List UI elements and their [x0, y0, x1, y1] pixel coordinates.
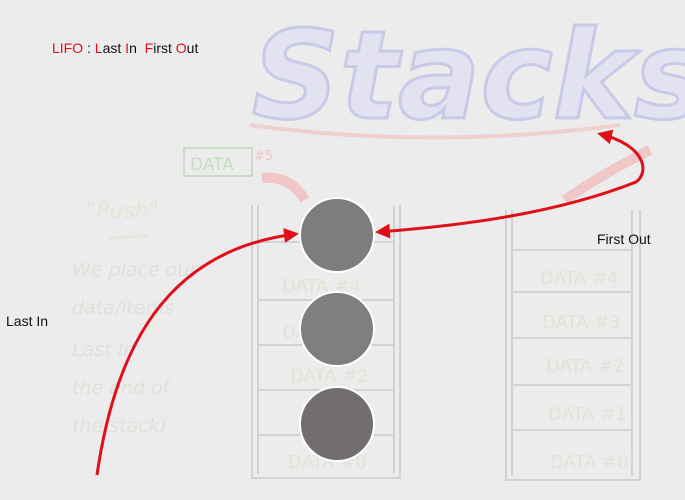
word-ut: ut	[186, 40, 199, 56]
word-n: n	[129, 40, 145, 56]
stack-item-top	[299, 197, 375, 273]
stack-item-middle	[299, 291, 375, 367]
initial-l: L	[94, 40, 103, 56]
pop-arrow	[375, 129, 645, 239]
initial-f: F	[144, 40, 154, 56]
word-ast: ast	[102, 40, 126, 56]
diagram-overlay	[95, 129, 645, 476]
push-arrow	[95, 228, 299, 476]
word-irst: irst	[153, 40, 176, 56]
first-out-label: First Out	[597, 231, 651, 247]
last-in-label: Last In	[6, 313, 49, 329]
lifo-acronym: LIFO	[52, 40, 84, 56]
lifo-title: LIFO : Last In First Out	[52, 40, 198, 56]
stack-item-bottom	[299, 386, 375, 462]
initial-o: O	[175, 40, 187, 56]
title-separator: :	[83, 40, 95, 56]
